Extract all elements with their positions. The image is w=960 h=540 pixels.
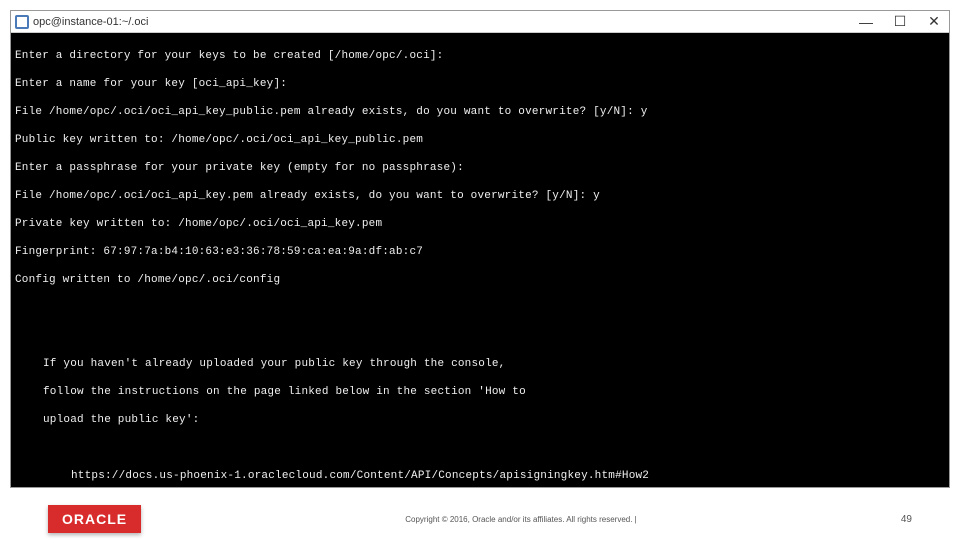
titlebar[interactable]: opc@instance-01:~/.oci — ☐ ✕: [11, 11, 949, 33]
slide-footer: ORACLE Copyright © 2016, Oracle and/or i…: [0, 498, 960, 540]
term-line: Enter a name for your key [oci_api_key]:: [15, 77, 945, 91]
term-line: File /home/opc/.oci/oci_api_key_public.p…: [15, 105, 945, 119]
copyright-text: Copyright © 2016, Oracle and/or its affi…: [141, 515, 901, 524]
term-line: Public key written to: /home/opc/.oci/oc…: [15, 133, 945, 147]
term-line: https://docs.us-phoenix-1.oraclecloud.co…: [15, 469, 945, 483]
slide-number: 49: [901, 514, 912, 525]
term-line: Fingerprint: 67:97:7a:b4:10:63:e3:36:78:…: [15, 245, 945, 259]
term-line: Private key written to: /home/opc/.oci/o…: [15, 217, 945, 231]
blank-line: [15, 301, 945, 315]
maximize-button[interactable]: ☐: [889, 13, 911, 31]
window-controls: — ☐ ✕: [855, 13, 945, 31]
term-line: File /home/opc/.oci/oci_api_key.pem alre…: [15, 189, 945, 203]
terminal-output[interactable]: Enter a directory for your keys to be cr…: [11, 33, 949, 487]
close-button[interactable]: ✕: [923, 13, 945, 31]
oracle-logo: ORACLE: [48, 505, 141, 533]
terminal-window: opc@instance-01:~/.oci — ☐ ✕ Enter a dir…: [10, 10, 950, 488]
term-line: Enter a directory for your keys to be cr…: [15, 49, 945, 63]
term-line: upload the public key':: [15, 413, 945, 427]
window-title: opc@instance-01:~/.oci: [33, 16, 855, 28]
term-line: Enter a passphrase for your private key …: [15, 161, 945, 175]
blank-line: [15, 441, 945, 455]
blank-line: [15, 329, 945, 343]
minimize-button[interactable]: —: [855, 13, 877, 31]
term-line: Config written to /home/opc/.oci/config: [15, 273, 945, 287]
term-line: follow the instructions on the page link…: [15, 385, 945, 399]
terminal-icon: [15, 15, 29, 29]
term-line: If you haven't already uploaded your pub…: [15, 357, 945, 371]
